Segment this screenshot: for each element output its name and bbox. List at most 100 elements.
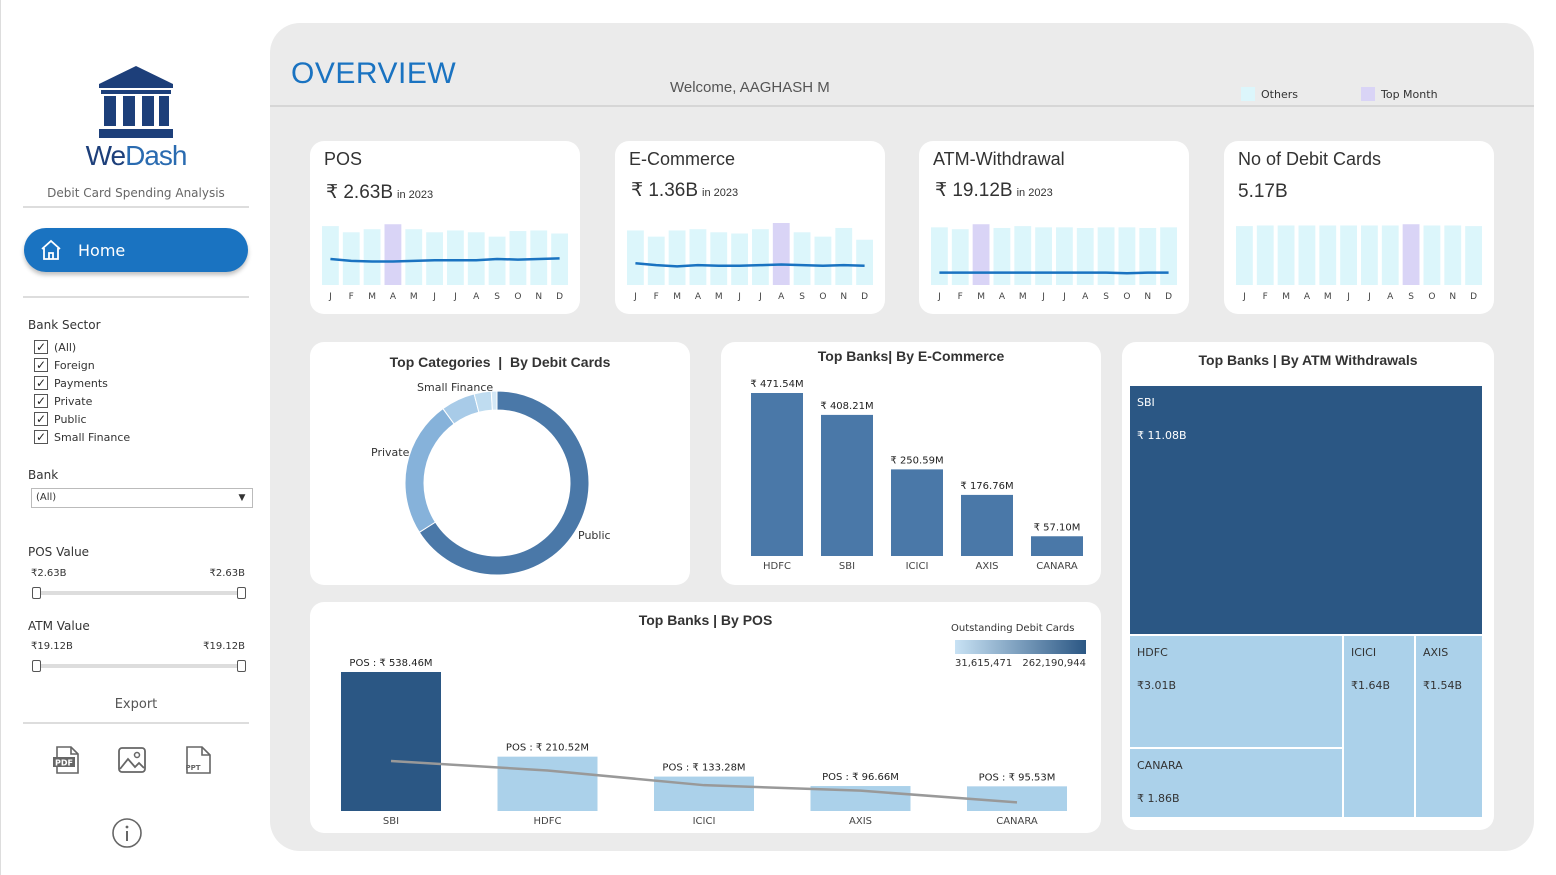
ecommerce-bar-chart: ₹ 471.54M HDFC ₹ 408.21M SBI ₹ 250.59M ICICI ₹…: [750, 379, 1083, 572]
slider-handle-max[interactable]: [237, 587, 246, 599]
sector-option-all[interactable]: ✓ (All): [34, 339, 76, 355]
pdf-icon[interactable]: PDF: [51, 744, 83, 776]
pos-data-label: POS : ₹ 95.53M: [979, 772, 1056, 783]
kpi-title: E-Commerce: [629, 149, 736, 169]
kpi-month-label: M: [1282, 292, 1290, 302]
kpi-month-bar: [447, 230, 464, 285]
atm-tile-label: HDFC: [1137, 646, 1168, 659]
kpi-card-ecommerce: E-Commerce ₹ 1.36B in 2023 J F M A M J J A S O N D: [615, 141, 885, 314]
ppt-icon[interactable]: PPT: [182, 744, 214, 776]
kpi-month-label: A: [1387, 292, 1394, 302]
legend-top-month: Top Month: [1361, 87, 1438, 101]
kpi-month-bar: [1256, 225, 1274, 285]
pos-max-value: ₹2.63B: [209, 568, 246, 579]
kpi-month-bar: [1035, 227, 1052, 285]
kpi-month-label: S: [799, 292, 805, 302]
atm-range-slider[interactable]: [32, 660, 246, 672]
kpi-month-bar: [1076, 227, 1094, 285]
header-divider: [270, 105, 1534, 107]
pos-category-label: AXIS: [849, 816, 872, 827]
kpi-month-label: M: [715, 292, 723, 302]
kpi-month-bar: [1097, 227, 1115, 285]
checkbox-checked-icon[interactable]: ✓: [34, 340, 48, 354]
kpi-month-bar: [931, 227, 948, 285]
kpi-month-label: A: [1304, 292, 1311, 302]
atm-tile-value: ₹3.01B: [1137, 679, 1176, 692]
kpi-month-label: A: [999, 292, 1006, 302]
kpi-month-bar: [951, 229, 969, 285]
sector-option-payments[interactable]: ✓ Payments: [34, 375, 108, 391]
image-icon[interactable]: [116, 744, 148, 776]
sector-option-private[interactable]: ✓ Private: [34, 393, 92, 409]
kpi-month-label: S: [1408, 292, 1414, 302]
atm-tile-label: ICICI: [1351, 646, 1376, 659]
kpi-month-label: A: [390, 292, 397, 302]
kpi-month-label: F: [654, 292, 659, 302]
donut-label-public: Public: [578, 529, 611, 542]
app-subtitle: Debit Card Spending Analysis: [23, 186, 249, 208]
kpi-title: ATM-Withdrawal: [933, 149, 1065, 169]
kpi-month-bar: [647, 236, 665, 285]
kpi-month-label: M: [1019, 292, 1027, 302]
kpi-month-bar: [1340, 225, 1357, 285]
kpi-month-label: A: [695, 292, 702, 302]
donut-card: Top Categories | By Debit Cards Public Pr…: [310, 342, 690, 585]
kpi-value: 5.17B: [1238, 181, 1288, 202]
slider-handle-min[interactable]: [32, 660, 41, 672]
kpi-month-label: O: [1428, 292, 1435, 302]
caret-down-icon[interactable]: ▼: [235, 491, 249, 505]
kpi-month-bar: [1160, 227, 1177, 285]
pos-range-slider[interactable]: [32, 587, 246, 599]
kpi-month-bar: [1298, 225, 1316, 285]
checkbox-checked-icon[interactable]: ✓: [34, 412, 48, 426]
slider-handle-min[interactable]: [32, 587, 41, 599]
kpi-month-label: J: [737, 292, 741, 302]
pos-legend-gradient: [955, 640, 1086, 654]
atm-tile-value: ₹ 1.86B: [1137, 792, 1180, 805]
atm-max-value: ₹19.12B: [203, 641, 245, 652]
kpi-month-label: O: [819, 292, 826, 302]
kpi-month-label: M: [673, 292, 681, 302]
kpi-month-bar: [993, 227, 1011, 285]
sector-option-public[interactable]: ✓ Public: [34, 411, 87, 427]
kpi-month-label: M: [410, 292, 418, 302]
kpi-month-bar: [322, 226, 339, 285]
checkbox-checked-icon[interactable]: ✓: [34, 376, 48, 390]
sidebar: WeDash Debit Card Spending Analysis Home…: [0, 0, 262, 875]
home-button[interactable]: Home: [24, 228, 248, 272]
pos-bar-chart: POS : ₹ 538.46M SBI POS : ₹ 210.52M HDFC POS…: [341, 623, 1086, 827]
checkbox-checked-icon[interactable]: ✓: [34, 358, 48, 372]
kpi-month-bar: [856, 239, 873, 285]
atm-tile-label: SBI: [1137, 396, 1155, 409]
kpi-month-bar: [384, 224, 402, 285]
pos-bar: [341, 672, 441, 811]
kpi-month-label: D: [861, 292, 868, 302]
legend-others: Others: [1241, 87, 1298, 101]
slider-handle-max[interactable]: [237, 660, 246, 672]
ecommerce-bar: [961, 494, 1013, 556]
checkbox-checked-icon[interactable]: ✓: [34, 394, 48, 408]
ecommerce-data-label: ₹ 408.21M: [820, 401, 873, 412]
kpi-month-label: J: [453, 292, 457, 302]
kpi-month-bar: [627, 230, 644, 285]
kpi-month-label: D: [556, 292, 563, 302]
pos-category-label: SBI: [383, 816, 399, 827]
main-panel: OVERVIEW Welcome, AAGHASH M Others Top M…: [270, 23, 1534, 851]
sector-option-small-finance[interactable]: ✓ Small Finance: [34, 429, 130, 445]
donut-label-small-finance: Small Finance: [417, 381, 493, 394]
atm-tile-value: ₹1.64B: [1351, 679, 1390, 692]
kpi-month-label: N: [840, 292, 847, 302]
bank-select[interactable]: (All) ▼: [31, 488, 253, 508]
checkbox-checked-icon[interactable]: ✓: [34, 430, 48, 444]
bank-select-value: (All): [36, 492, 57, 503]
sector-option-foreign[interactable]: ✓ Foreign: [34, 357, 95, 373]
kpi-month-label: A: [1082, 292, 1089, 302]
kpi-month-bar: [814, 236, 832, 285]
kpi-title: No of Debit Cards: [1238, 149, 1382, 169]
atm-tile-value: ₹ 11.08B: [1137, 429, 1187, 442]
kpi-sparkline: JFMAMJJASOND: [322, 224, 568, 302]
pos-legend-min: 31,615,471: [955, 658, 1012, 669]
kpi-month-bar: [972, 224, 990, 285]
ecommerce-data-label: ₹ 176.76M: [960, 481, 1013, 492]
info-icon[interactable]: [111, 817, 143, 849]
